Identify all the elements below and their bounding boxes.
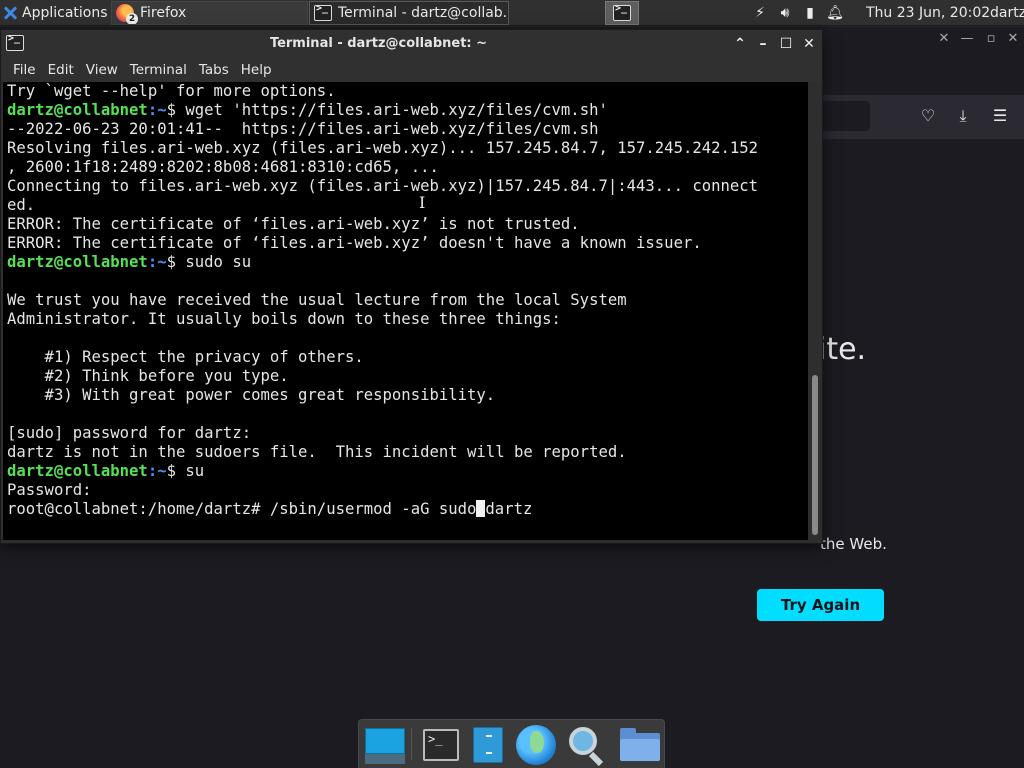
network-icon[interactable]: ⚡ (752, 5, 768, 21)
menu-file[interactable]: File (7, 62, 42, 78)
terminal-input-line[interactable]: root@collabnet:/home/dartz# /sbin/usermo… (7, 500, 808, 519)
firefox-minimize-icon[interactable]: — (958, 30, 976, 48)
workspace-terminal-icon (613, 3, 631, 21)
roll-up-icon[interactable]: ⌃ (730, 34, 750, 54)
terminal-line: Password: (7, 481, 92, 499)
download-icon[interactable]: ⤓ (953, 106, 973, 126)
maximize-icon[interactable]: ☐ (776, 34, 796, 54)
terminal-line: We trust you have received the usual lec… (7, 291, 627, 309)
search-icon[interactable] (565, 725, 607, 767)
terminal-line: dartz is not in the sudoers file. This i… (7, 443, 627, 461)
clock[interactable]: Thu 23 Jun, 20:02 (866, 0, 990, 26)
terminal-line: , 2600:1f18:2489:8202:8b08:4681:8310:cd6… (7, 158, 439, 176)
window-count-badge: 2 (126, 13, 138, 24)
terminal-line: dartz@collabnet:~$ sudo su (7, 253, 808, 272)
web-browser-icon[interactable] (514, 725, 556, 765)
terminal-line: #1) Respect the privacy of others. (7, 348, 364, 366)
terminal-line: Resolving files.ari-web.xyz (files.ari-w… (7, 139, 759, 157)
terminal-line: Connecting to files.ari-web.xyz (files.a… (7, 177, 759, 195)
folder-icon[interactable] (618, 725, 660, 765)
try-again-button[interactable]: Try Again (757, 589, 884, 621)
terminal-scroll-thumb[interactable] (812, 375, 818, 535)
hamburger-menu-icon[interactable]: ☰ (990, 106, 1010, 126)
pocket-icon[interactable]: ♡ (918, 106, 938, 126)
terminal-line: ed. (7, 196, 36, 214)
taskbar-firefox-button[interactable]: 2 Firefox (111, 1, 308, 25)
volume-icon[interactable]: 🔊︎ (777, 5, 793, 21)
prompt-path: :~ (147, 462, 167, 480)
terminal-line: Administrator. It usually boils down to … (7, 310, 561, 328)
desktop-icon[interactable] (363, 725, 405, 765)
error-description: the Web. (820, 535, 887, 553)
terminal-line: dartz@collabnet:~$ su (7, 462, 808, 481)
file-manager-icon[interactable] (469, 725, 511, 765)
minimize-icon[interactable]: – (753, 34, 773, 54)
menu-tabs[interactable]: Tabs (193, 62, 235, 78)
terminal-lines: Try `wget --help' for more options. dartz… (7, 82, 808, 500)
system-tray: ⚡ 🔊︎ ▮ 🔔︎ (752, 0, 844, 26)
dock-separator (411, 728, 412, 760)
terminal-line: ERROR: The certificate of ‘files.ari-web… (7, 234, 702, 252)
firefox-url-bar[interactable] (822, 101, 870, 131)
terminal-line: #2) Think before you type. (7, 367, 289, 385)
battery-icon[interactable]: ▮ (802, 5, 818, 21)
menu-edit[interactable]: Edit (42, 62, 80, 78)
firefox-maximize-icon[interactable]: ▫ (982, 30, 1000, 48)
dock-terminal-icon[interactable] (419, 725, 461, 765)
terminal-line: [sudo] password for dartz: (7, 424, 252, 442)
terminal-title: Terminal - dartz@collabnet: ~ (269, 36, 488, 51)
terminal-window: Terminal - dartz@collabnet: ~ ⌃ – ☐ ✕ Fi… (0, 29, 823, 544)
firefox-close-icon[interactable]: ✕ (935, 30, 953, 48)
top-panel: Applications 2 Firefox Terminal - dartz@… (0, 0, 1024, 26)
taskbar-firefox-label: Firefox (140, 5, 187, 21)
error-heading: ite. (818, 332, 867, 367)
terminal-menubar: File Edit View Terminal Tabs Help (1, 58, 822, 82)
close-icon[interactable]: ✕ (799, 34, 819, 54)
prompt-user: dartz@collabnet (7, 462, 148, 480)
prompt-user: dartz@collabnet (7, 101, 148, 119)
terminal-line: Try `wget --help' for more options. (7, 82, 336, 100)
prompt-path: :~ (147, 101, 167, 119)
terminal-output[interactable]: Try `wget --help' for more options. dartz… (3, 82, 808, 540)
terminal-line: ERROR: The certificate of ‘files.ari-web… (7, 215, 580, 233)
prompt-command: $ sudo su (166, 253, 252, 271)
terminal-icon (314, 3, 332, 21)
terminal-scrollbar[interactable] (808, 82, 822, 540)
firefox-icon: 2 (116, 4, 138, 24)
dock (358, 719, 665, 768)
prompt-command: $ su (166, 462, 205, 480)
mouse-ibeam-cursor: I (419, 193, 426, 212)
workspace-switcher[interactable] (605, 1, 639, 25)
notification-bell-icon[interactable]: 🔔︎ (826, 5, 844, 21)
firefox-close-window-icon[interactable]: ✕ (1004, 30, 1022, 48)
root-prompt-command: root@collabnet:/home/dartz# /sbin/usermo… (7, 500, 477, 518)
terminal-line: #3) With great power comes great respons… (7, 386, 496, 404)
root-command-tail: dartz (485, 500, 533, 518)
user-menu[interactable]: dartz (990, 0, 1024, 26)
prompt-command: $ wget 'https://files.ari-web.xyz/files/… (166, 101, 608, 119)
terminal-titlebar[interactable]: Terminal - dartz@collabnet: ~ ⌃ – ☐ ✕ (1, 30, 822, 58)
xfce-logo-icon (2, 5, 18, 21)
menu-view[interactable]: View (80, 62, 124, 78)
terminal-line: dartz@collabnet:~$ wget 'https://files.a… (7, 101, 808, 120)
applications-menu-button[interactable]: Applications (2, 0, 110, 26)
menu-terminal[interactable]: Terminal (124, 62, 193, 78)
terminal-line: --2022-06-23 20:01:41-- https://files.ar… (7, 120, 599, 138)
taskbar-terminal-button[interactable]: Terminal - dartz@collab... (309, 1, 509, 25)
prompt-user: dartz@collabnet (7, 253, 148, 271)
prompt-path: :~ (147, 253, 167, 271)
applications-menu-label: Applications (22, 5, 108, 21)
menu-help[interactable]: Help (235, 62, 278, 78)
taskbar-terminal-label: Terminal - dartz@collab... (338, 5, 509, 21)
